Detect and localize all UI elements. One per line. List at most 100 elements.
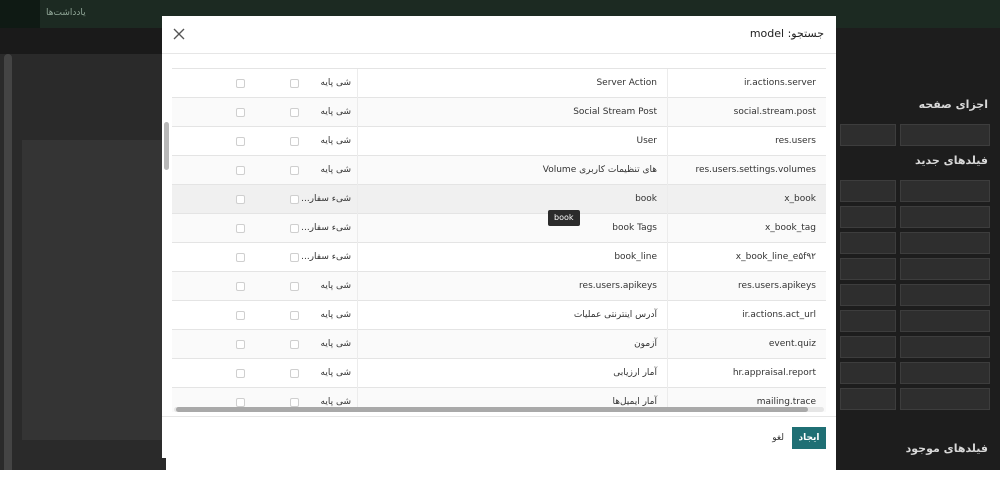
sidebar-block (900, 388, 990, 410)
row-checkbox[interactable] (290, 398, 299, 407)
type-cell: شی پایه (258, 272, 358, 301)
name-cell: res.users.apikeys (358, 272, 668, 301)
table-row[interactable]: ir.actions.server Server Action شی پایه (172, 69, 826, 98)
row-checkbox[interactable] (290, 195, 299, 204)
table-row[interactable]: res.users User شی پایه (172, 127, 826, 156)
sidebar-block (900, 258, 990, 280)
model-cell: hr.appraisal.report (732, 368, 816, 378)
sidebar-block (840, 388, 896, 410)
model-cell: x_book_tag (764, 223, 816, 233)
name-cell: book_line (358, 243, 668, 272)
row-checkbox[interactable] (236, 398, 245, 407)
type-cell: شیء سفار... (258, 214, 358, 243)
navbar-highlight (0, 0, 40, 28)
table-row[interactable]: social.stream.post Social Stream Post شی پ… (172, 98, 826, 127)
fields-sidebar: اجزای صفحه فیلدهای جدید فیلدهای موجود (836, 28, 1000, 474)
row-checkbox[interactable] (290, 79, 299, 88)
table-row[interactable]: x_book book شیء سفار... (172, 185, 826, 214)
table-row[interactable]: x_book_line_e۵f۹۲ book_line شیء سفار... (172, 243, 826, 272)
row-checkbox[interactable] (290, 340, 299, 349)
type-cell: شی پایه (258, 127, 358, 156)
sidebar-block (900, 310, 990, 332)
row-checkbox[interactable] (290, 369, 299, 378)
row-checkbox[interactable] (236, 137, 245, 146)
name-cell: Volume های تنظیمات کاربری (358, 156, 668, 185)
search-model-dialog: جستجو: model ir.actions.server Server Act… (162, 16, 836, 458)
sidebar-block (840, 232, 896, 254)
close-icon[interactable] (170, 25, 188, 43)
cancel-button[interactable]: لغو (772, 427, 784, 449)
table-row[interactable]: x_book_tag book Tags شیء سفار... (172, 214, 826, 243)
create-button[interactable]: ایجاد (792, 427, 826, 449)
name-cell: book (358, 185, 668, 214)
sidebar-block (840, 206, 896, 228)
sidebar-block (900, 362, 990, 384)
table-row[interactable]: ir.actions.act_url آدرس اینترنتی عملیات شی… (172, 301, 826, 330)
table-row[interactable]: event.quiz آزمون شی پایه (172, 330, 826, 359)
row-checkbox[interactable] (236, 340, 245, 349)
row-checkbox[interactable] (290, 224, 299, 233)
horizontal-scrollbar-thumb[interactable] (176, 407, 808, 412)
row-checkbox[interactable] (290, 253, 299, 262)
row-checkbox[interactable] (236, 108, 245, 117)
sidebar-block (900, 336, 990, 358)
row-checkbox[interactable] (290, 282, 299, 291)
row-checkbox[interactable] (290, 108, 299, 117)
sidebar-block (840, 284, 896, 306)
sidebar-block (840, 362, 896, 384)
sidebar-block (900, 180, 990, 202)
row-checkbox[interactable] (236, 282, 245, 291)
type-cell: شیء سفار... (258, 185, 358, 214)
sidebar-block (900, 284, 990, 306)
sidebar-header-page-parts: اجزای صفحه (918, 98, 988, 111)
model-cell: res.users (775, 136, 816, 146)
table-row-partial (172, 54, 826, 69)
name-cell: User (358, 127, 668, 156)
model-cell: res.users.settings.volumes (695, 165, 816, 175)
sidebar-block (840, 336, 896, 358)
model-cell: ir.actions.server (744, 78, 816, 88)
row-checkbox[interactable] (236, 195, 245, 204)
row-checkbox[interactable] (236, 224, 245, 233)
dialog-header: جستجو: model (162, 16, 836, 54)
row-checkbox[interactable] (290, 311, 299, 320)
name-cell: Social Stream Post (358, 98, 668, 127)
model-cell: x_book (784, 194, 816, 204)
row-checkbox[interactable] (290, 166, 299, 175)
form-canvas (0, 54, 166, 474)
sidebar-block (840, 180, 896, 202)
table-row[interactable]: hr.appraisal.report آمار ارزیابی شی پایه (172, 359, 826, 388)
model-cell: res.users.apikeys (738, 281, 816, 291)
type-cell: شی پایه (258, 359, 358, 388)
vertical-scrollbar[interactable] (164, 122, 169, 170)
table-row[interactable]: res.users.apikeys res.users.apikeys شی پای… (172, 272, 826, 301)
row-checkbox[interactable] (236, 369, 245, 378)
navbar-notes-link: یادداشت‌ها (46, 8, 86, 18)
canvas-scrollbar (4, 54, 12, 474)
canvas-panel (22, 140, 166, 440)
table-row[interactable]: res.users.settings.volumes Volume های تنظ… (172, 156, 826, 185)
name-cell: book Tags (358, 214, 668, 243)
row-checkbox[interactable] (290, 137, 299, 146)
type-cell: شی پایه (258, 330, 358, 359)
name-cell: آزمون (358, 330, 668, 359)
sidebar-header-existing-fields: فیلدهای موجود (905, 442, 988, 455)
row-checkbox[interactable] (236, 253, 245, 262)
sidebar-block (840, 310, 896, 332)
sidebar-block (900, 206, 990, 228)
sidebar-block (840, 258, 896, 280)
type-cell: شی پایه (258, 301, 358, 330)
sidebar-header-new-fields: فیلدهای جدید (915, 154, 988, 167)
dialog-footer: ایجاد لغو (162, 416, 836, 458)
results-table: ir.actions.server Server Action شی پایه soc… (172, 54, 826, 412)
sidebar-block (900, 124, 990, 146)
model-cell: x_book_line_e۵f۹۲ (735, 252, 816, 262)
row-checkbox[interactable] (236, 79, 245, 88)
sidebar-block (840, 124, 896, 146)
horizontal-scrollbar[interactable] (174, 407, 824, 412)
row-checkbox[interactable] (236, 311, 245, 320)
row-checkbox[interactable] (236, 166, 245, 175)
type-cell: شی پایه (258, 98, 358, 127)
type-cell: شیء سفار... (258, 243, 358, 272)
type-cell: شی پایه (258, 69, 358, 98)
